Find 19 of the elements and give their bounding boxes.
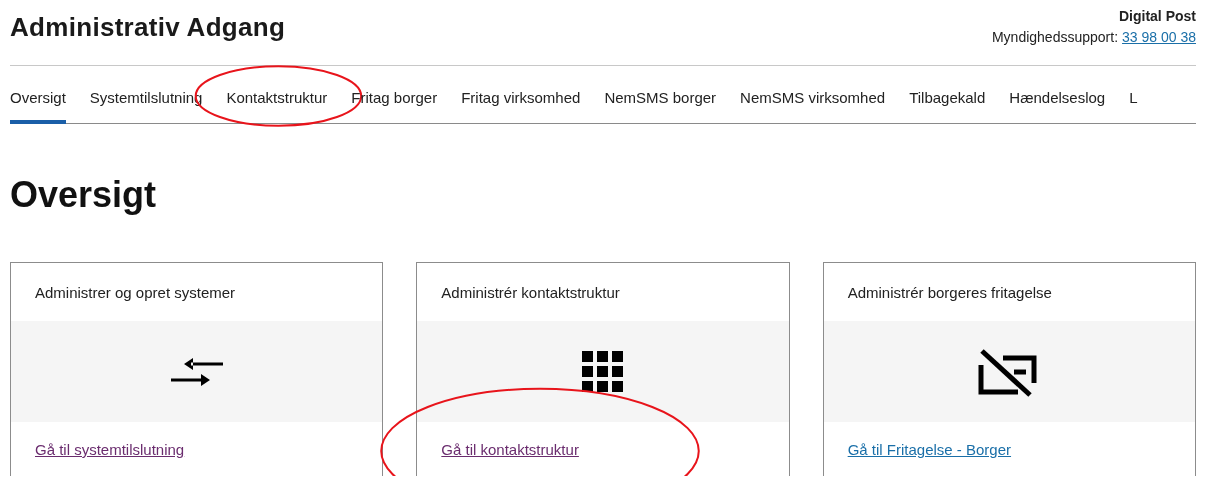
card-title: Administrer og opret systemer [34, 282, 237, 303]
support-label: Myndighedssupport: [991, 29, 1119, 45]
nav-tab[interactable]: Hændelseslog [1009, 89, 1106, 124]
nav-tab[interactable]: Tilbagekald [909, 89, 986, 124]
card-title: Administrér borgeres fritagelse [846, 282, 1053, 303]
card-title: Administrér kontaktstruktur [440, 282, 621, 303]
app-title: Administrativ Adgang [10, 12, 286, 43]
page-heading: Oversigt [10, 174, 158, 217]
card-link[interactable]: Gå til Fritagelse - Borger [847, 441, 1012, 458]
nav-tab[interactable]: Fritag virksomhed [461, 89, 581, 124]
grid-icon [582, 350, 624, 393]
nav-tab[interactable]: NemSMS borger [604, 89, 717, 124]
card-link[interactable]: Gå til kontaktstruktur [441, 441, 579, 458]
phone-link[interactable]: 33 98 00 38 [1122, 29, 1196, 45]
card-link[interactable]: Gå til systemtilslutning [35, 441, 185, 458]
nav-tab[interactable]: L [1129, 89, 1138, 124]
service-name: Digital Post [1118, 7, 1196, 26]
nav-tab[interactable]: NemSMS virksomhed [740, 89, 886, 124]
nav-tab[interactable]: Oversigt [10, 89, 66, 124]
